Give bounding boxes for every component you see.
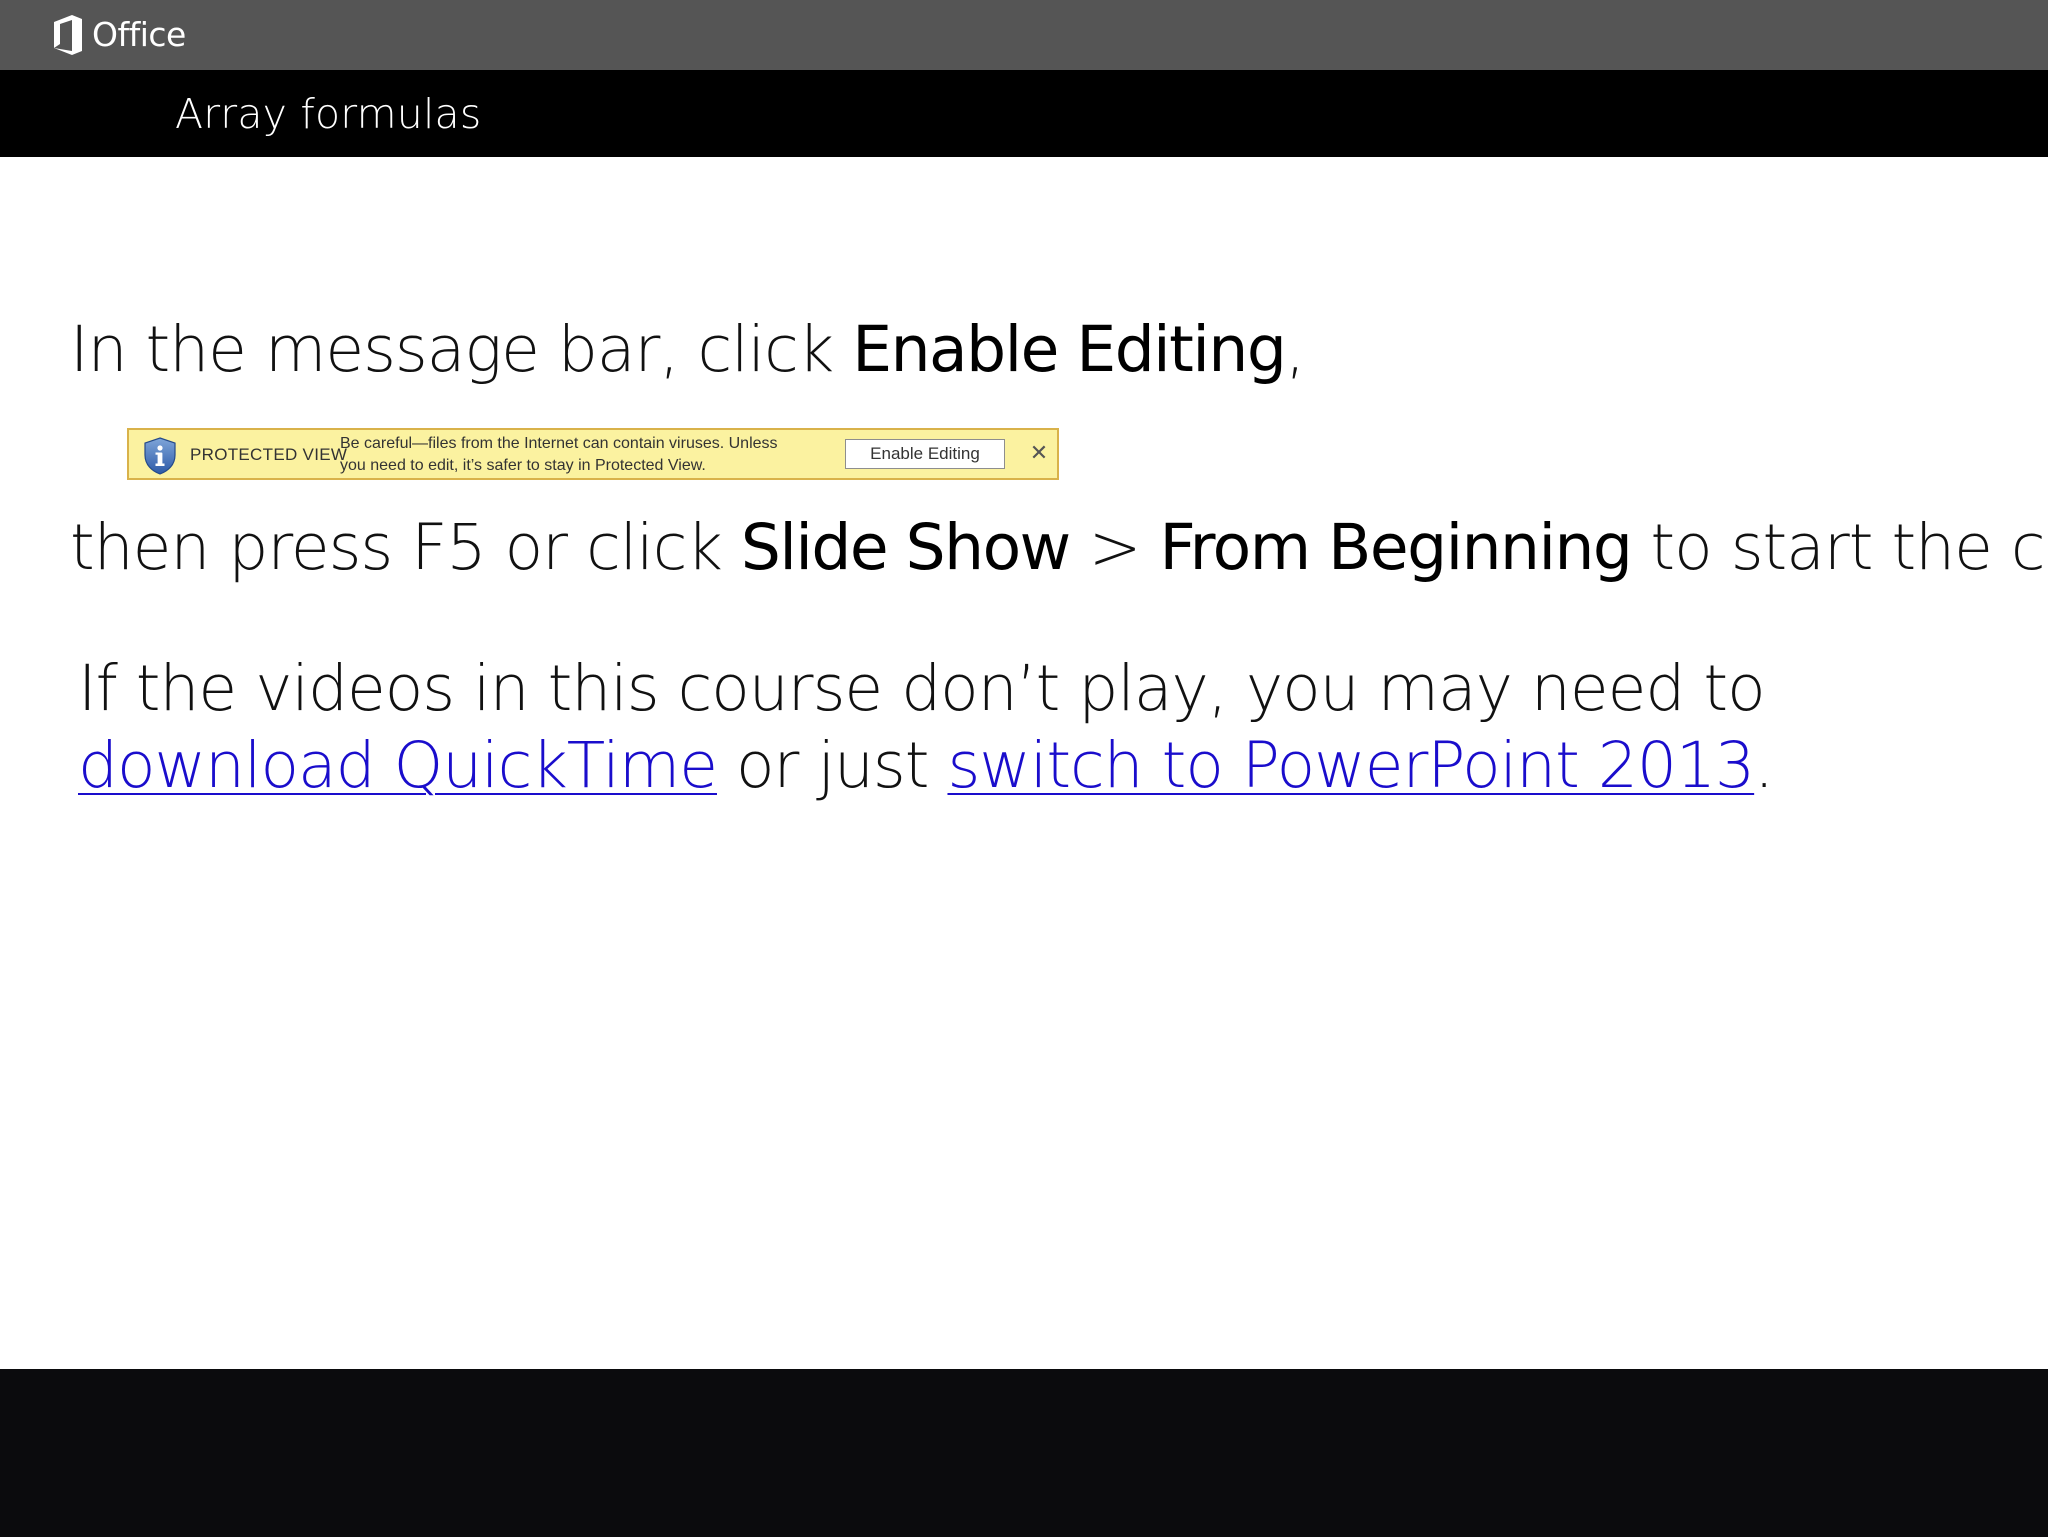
- protected-view-warning: Be careful—files from the Internet can c…: [340, 433, 778, 477]
- office-brand-name: Office: [92, 15, 186, 54]
- course-title-bar: Array formulas: [0, 70, 2048, 157]
- from-beginning-emphasis: From Beginning: [1159, 511, 1633, 584]
- shield-info-icon: [144, 437, 176, 475]
- enable-editing-button[interactable]: Enable Editing: [845, 439, 1005, 469]
- video-note-line-1: If the videos in this course don’t play,…: [78, 652, 1766, 725]
- instruction-line-1-prefix: In the message bar, click: [70, 313, 853, 386]
- slide-footer: [0, 1369, 2048, 1537]
- protected-view-warning-line-1: Be careful—files from the Internet can c…: [340, 435, 778, 452]
- office-brand-bar: Office: [0, 0, 2048, 70]
- instruction-line-2-separator: >: [1069, 511, 1160, 584]
- slide-page: Office Array formulas In the message bar…: [0, 0, 2048, 1537]
- instruction-line-2: then press F5 or click Slide Show > From…: [70, 508, 2048, 588]
- instruction-line-1: In the message bar, click Enable Editing…: [70, 310, 1305, 390]
- course-title: Array formulas: [175, 90, 482, 138]
- instruction-line-2-prefix: then press F5 or click: [70, 511, 741, 584]
- protected-view-label: PROTECTED VIEW: [190, 445, 348, 464]
- slide-show-emphasis: Slide Show: [740, 511, 1071, 584]
- video-note-line-2: download QuickTime or just switch to Pow…: [78, 727, 1978, 804]
- instruction-line-2-suffix: to start the course.: [1650, 511, 2048, 584]
- video-note-middle: or just: [716, 729, 948, 802]
- close-icon[interactable]: ✕: [1027, 439, 1051, 469]
- video-note-end: .: [1754, 729, 1774, 802]
- office-logo-icon: [54, 15, 82, 55]
- protected-view-message-bar: PROTECTED VIEW Be careful—files from the…: [127, 428, 1059, 480]
- enable-editing-emphasis: Enable Editing: [852, 313, 1287, 386]
- switch-to-powerpoint-link[interactable]: switch to PowerPoint 2013: [947, 729, 1755, 802]
- download-quicktime-link[interactable]: download QuickTime: [78, 729, 718, 802]
- video-playback-note: If the videos in this course don’t play,…: [78, 650, 1978, 804]
- protected-view-warning-line-2: you need to edit, it’s safer to stay in …: [340, 457, 706, 474]
- instruction-line-1-suffix: ,: [1285, 313, 1305, 386]
